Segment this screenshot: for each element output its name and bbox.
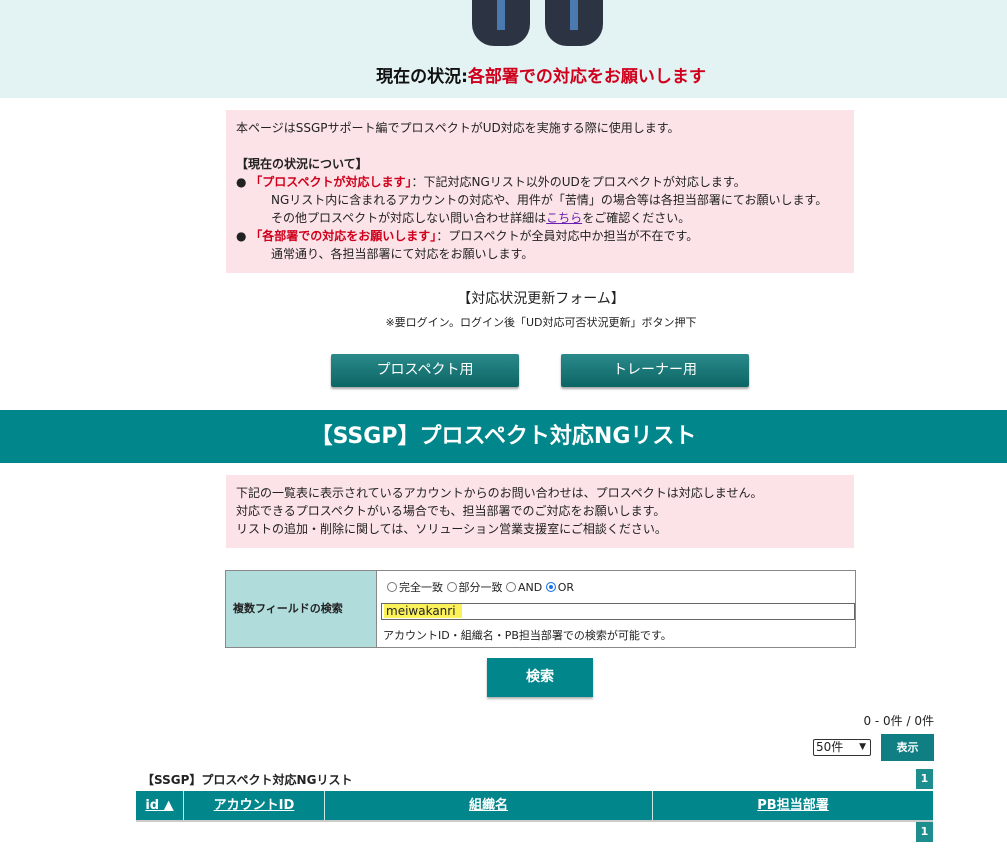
- radio-icon[interactable]: [506, 582, 516, 592]
- pagination-page[interactable]: 1: [916, 822, 933, 842]
- radio-icon[interactable]: [387, 582, 397, 592]
- per-page-select[interactable]: 50件 ▼: [813, 739, 871, 756]
- per-page-value: 50件: [816, 740, 844, 754]
- multi-field-search: 複数フィールドの検索 完全一致 部分一致 AND OR meiwakanri ア…: [225, 570, 856, 648]
- bullet-departments: ● 「各部署での対応をお願いします」：プロスペクトが全員対応中か担当が不在です。: [236, 229, 699, 243]
- radio-partial[interactable]: 部分一致: [446, 581, 503, 594]
- chevron-down-icon: ▼: [859, 742, 866, 752]
- notice-line: 下記の一覧表に表示されているアカウントからのお問い合わせは、プロスペクトは対応し…: [236, 486, 763, 500]
- bullet-prospect: ● 「プロスペクトが対応します」：下記対応NGリスト以外のUDをプロスペクトが対…: [236, 175, 746, 189]
- details-link[interactable]: こちら: [546, 211, 582, 225]
- person-illustration: [472, 0, 530, 46]
- bullet-prospect-status: 「プロスペクトが対応します」: [250, 175, 412, 189]
- person-illustration: [545, 0, 603, 46]
- notice-line: リストの追加・削除に関しては、ソリューション営業支援室にご相談ください。: [236, 522, 667, 536]
- prospect-button[interactable]: プロスペクト用: [331, 354, 519, 387]
- pagination-page[interactable]: 1: [916, 769, 933, 789]
- info-box: 本ページはSSGPサポート編でプロスペクトがUD対応を実施する際に使用します。 …: [226, 110, 854, 273]
- radio-or[interactable]: OR: [545, 581, 574, 594]
- radio-selected-icon[interactable]: [545, 582, 556, 592]
- more-text-b: をご確認ください。: [582, 211, 691, 225]
- status-label: 現在の状況:: [376, 67, 468, 87]
- result-count: 0 - 0件 / 0件: [863, 714, 934, 728]
- status-value: 各部署での対応をお願いします: [467, 67, 706, 87]
- bullet-prospect-text: ：下記対応NGリスト以外のUDをプロスペクトが対応します。: [411, 175, 746, 189]
- radio-and[interactable]: AND: [506, 581, 542, 594]
- match-mode-options: 完全一致 部分一致 AND OR: [387, 579, 574, 595]
- bullet-departments-detail: 通常通り、各担当部署にて対応をお願いします。: [271, 247, 534, 261]
- bullet-prospect-more: その他プロスペクトが対応しない問い合わせ詳細はこちらをご確認ください。: [271, 209, 690, 227]
- column-pb-department[interactable]: PB担当部署: [653, 791, 933, 820]
- bullet-prospect-detail: NGリスト内に含まれるアカウントの対応や、用件が「苦情」の場合等は各担当部署にて…: [271, 193, 828, 207]
- notice-line: 対応できるプロスペクトがいる場合でも、担当部署でのご対応をお願いします。: [236, 504, 666, 518]
- update-form-title: 【対応状況更新フォーム】: [457, 291, 625, 307]
- search-controls: 完全一致 部分一致 AND OR meiwakanri アカウントID・組織名・…: [377, 571, 855, 647]
- show-button[interactable]: 表示: [881, 734, 934, 761]
- bullet-departments-status: 「各部署での対応をお願いします」: [250, 229, 437, 243]
- search-help: アカウントID・組織名・PB担当部署での検索が可能です。: [383, 629, 672, 642]
- column-account-id[interactable]: アカウントID: [184, 791, 325, 820]
- intro-text: 本ページはSSGPサポート編でプロスペクトがUD対応を実施する際に使用します。: [236, 121, 680, 135]
- current-status: 現在の状況:各部署での対応をお願いします: [0, 62, 1007, 87]
- bullet-departments-text: ：プロスペクトが全員対応中か担当が不在です。: [436, 229, 699, 243]
- notice-box: 下記の一覧表に表示されているアカウントからのお問い合わせは、プロスペクトは対応し…: [226, 475, 854, 548]
- search-input[interactable]: meiwakanri: [381, 603, 855, 620]
- radio-exact[interactable]: 完全一致: [387, 581, 443, 594]
- search-button[interactable]: 検索: [487, 658, 593, 697]
- search-label: 複数フィールドの検索: [226, 571, 377, 647]
- section-title: 【現在の状況について】: [236, 157, 368, 171]
- trainer-button[interactable]: トレーナー用: [561, 354, 749, 387]
- column-organization[interactable]: 組織名: [325, 791, 653, 820]
- more-text-a: その他プロスペクトが対応しない問い合わせ詳細は: [271, 211, 547, 225]
- search-value: meiwakanri: [384, 604, 462, 618]
- radio-icon[interactable]: [446, 582, 457, 592]
- update-form-note: ※要ログイン。ログイン後「UD対応可否状況更新」ボタン押下: [385, 316, 697, 329]
- column-id[interactable]: id ▲: [136, 791, 184, 820]
- ng-list-banner: 【SSGP】プロスペクト対応NGリスト: [0, 410, 1007, 463]
- list-title: 【SSGP】プロスペクト対応NGリスト: [142, 773, 353, 787]
- table-header: id ▲ アカウントID 組織名 PB担当部署: [136, 791, 933, 822]
